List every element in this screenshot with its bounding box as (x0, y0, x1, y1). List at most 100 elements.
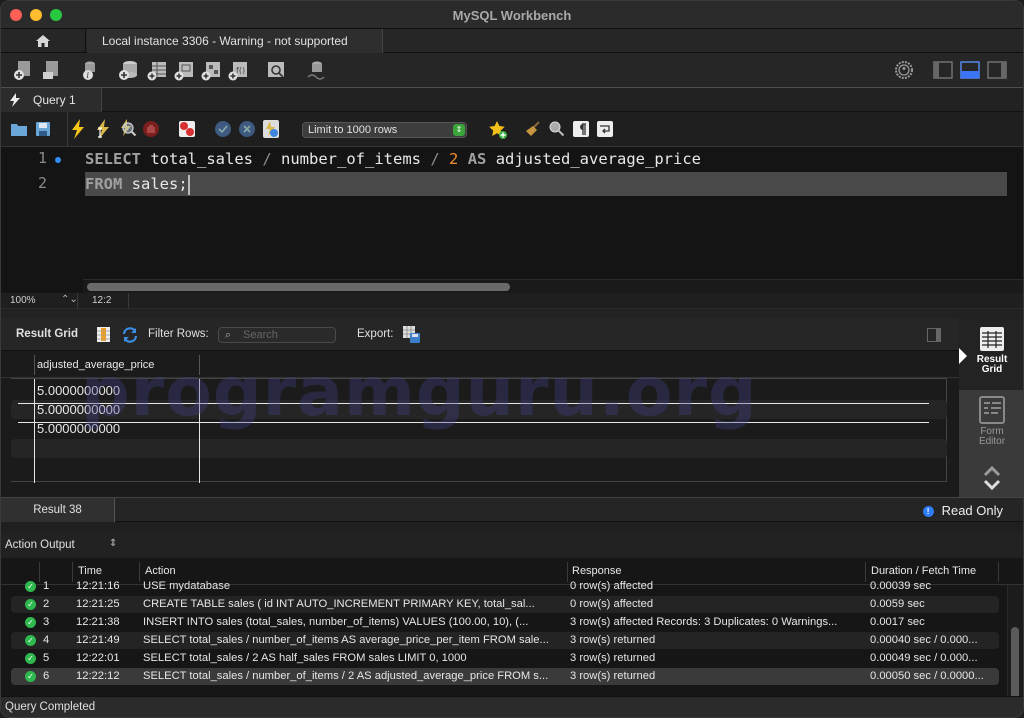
create-procedure-icon[interactable] (200, 59, 222, 81)
scrollbar-thumb[interactable] (1011, 627, 1019, 696)
editor-horizontal-scrollbar[interactable] (83, 279, 1023, 293)
scrollbar-thumb[interactable] (87, 283, 510, 291)
grid-line (199, 379, 200, 483)
save-file-icon[interactable] (34, 120, 52, 138)
output-row[interactable]: ✓ 6 12:22:12 SELECT total_sales / number_of… (11, 668, 999, 685)
query-tab[interactable]: Query 1 (1, 88, 102, 112)
output-row[interactable]: ✓ 2 12:21:25 CREATE TABLE sales ( id INT AU… (11, 596, 999, 613)
create-view-icon[interactable] (173, 59, 195, 81)
output-row[interactable]: ✓ 4 12:21:49 SELECT total_sales / number_of… (11, 632, 999, 649)
table-cell[interactable]: 5.0000000000 (37, 383, 120, 398)
row-number: 6 (43, 670, 50, 682)
export-icon[interactable] (403, 326, 421, 343)
sql-number: 2 (449, 150, 459, 168)
sql-editor-toolbar: Limit to 1000 rows ⇕ (1, 112, 1023, 147)
toggle-output-icon[interactable] (959, 59, 981, 81)
sql-editor[interactable]: 1 2 SELECT total_sales / number_of_items… (1, 147, 1023, 293)
output-type-select[interactable]: Action Output (5, 539, 75, 551)
refresh-icon[interactable] (122, 327, 138, 343)
output-header: Action Output ⇕ (1, 532, 1023, 558)
result-grid-label-2: Grid (981, 364, 1003, 375)
success-check-icon: ✓ (25, 635, 36, 646)
editor-gutter: 1 2 (1, 147, 83, 293)
autocommit-icon[interactable] (262, 119, 280, 139)
line-number: 2 (37, 174, 47, 192)
active-indicator-icon (959, 348, 967, 364)
stop-icon[interactable] (142, 120, 160, 138)
toggle-secondary-sidebar-icon[interactable] (986, 59, 1008, 81)
explain-icon[interactable] (118, 119, 138, 139)
result-grid[interactable]: adjusted_average_price 5.0000000000 5.00… (1, 351, 959, 497)
output-vertical-scrollbar[interactable] (1007, 585, 1023, 696)
editor-results-splitter[interactable] (1, 309, 1023, 318)
editor-status-bar: 100% ⌃⌄ 12:2 (1, 293, 1023, 309)
row-action: INSERT INTO sales (total_sales, number_o… (143, 616, 529, 628)
result-grid-view-button[interactable]: Result Grid (959, 318, 1023, 390)
form-editor-view-button[interactable]: Form Editor (959, 390, 1023, 452)
limit-rows-select[interactable]: Limit to 1000 rows ⇕ (302, 122, 467, 138)
table-row[interactable]: 5.0000000000 (11, 381, 947, 400)
sql-keyword: SELECT (85, 150, 141, 168)
svg-text:f(): f() (236, 66, 245, 75)
home-tab[interactable] (1, 29, 86, 53)
execute-icon[interactable] (69, 119, 87, 139)
home-icon (36, 35, 50, 47)
column-separator (199, 355, 200, 375)
rollback-icon[interactable] (238, 120, 256, 138)
create-table-icon[interactable] (146, 59, 168, 81)
result-tab-bar: Result 38 ! Read Only (1, 497, 1023, 523)
commit-icon[interactable] (214, 120, 232, 138)
results-output-splitter[interactable] (1, 522, 1023, 532)
word-wrap-icon[interactable] (596, 120, 614, 138)
result-tab[interactable]: Result 38 (1, 498, 115, 523)
add-snippet-icon[interactable] (488, 120, 508, 140)
success-check-icon: ✓ (25, 599, 36, 610)
create-function-icon[interactable]: f() (227, 59, 249, 81)
connection-tab[interactable]: Local instance 3306 - Warning - not supp… (87, 29, 383, 53)
toggle-continue-on-error-icon[interactable] (178, 120, 196, 138)
sql-keyword: AS (467, 150, 487, 168)
result-grid-icon (980, 327, 1004, 351)
sql-token: total_sales (141, 150, 263, 168)
output-row[interactable]: ✓ 3 12:21:38 INSERT INTO sales (total_sales… (11, 614, 999, 631)
query-tab-bar: Query 1 (1, 88, 1023, 112)
toggle-sidebar-icon[interactable] (932, 59, 954, 81)
new-sql-tab-icon[interactable] (13, 59, 35, 81)
sql-keyword: FROM (85, 175, 123, 193)
output-row[interactable]: ✓ 1 12:21:16 USE mydatabase 0 row(s) affecte… (11, 578, 999, 595)
output-row[interactable]: ✓ 5 12:22:01 SELECT total_sales / 2 AS half… (11, 650, 999, 667)
search-table-data-icon[interactable] (265, 59, 287, 81)
row-number: 3 (43, 616, 50, 628)
execute-current-icon[interactable] (94, 119, 112, 139)
sql-operator: / (262, 150, 272, 168)
schema-inspector-icon[interactable]: i (79, 59, 101, 81)
column-header[interactable]: adjusted_average_price (37, 359, 154, 371)
row-time: 12:21:16 (76, 580, 120, 592)
table-cell[interactable]: 5.0000000000 (37, 421, 120, 436)
toggle-result-panel-icon[interactable] (927, 328, 941, 342)
table-cell[interactable]: 5.0000000000 (37, 402, 120, 417)
open-sql-file-icon[interactable] (41, 59, 63, 81)
connection-tab-bar: Local instance 3306 - Warning - not supp… (1, 29, 1023, 53)
code-line-selected[interactable]: FROM sales; (85, 172, 1007, 196)
zoom-level[interactable]: 100% (10, 295, 36, 306)
settings-icon[interactable] (893, 59, 915, 81)
beautify-icon[interactable] (525, 120, 543, 138)
find-icon[interactable] (548, 120, 566, 138)
window-title: MySQL Workbench (452, 8, 572, 23)
create-schema-icon[interactable] (118, 59, 140, 81)
select-stepper-icon[interactable]: ⇕ (109, 538, 117, 549)
row-action: SELECT total_sales / 2 AS half_sales FRO… (143, 652, 467, 664)
row-response: 3 row(s) returned (570, 634, 656, 646)
read-only-label: Read Only (941, 503, 1003, 518)
reconnect-icon[interactable] (305, 59, 327, 81)
column-toggle-icon[interactable] (97, 327, 110, 342)
row-action: CREATE TABLE sales ( id INT AUTO_INCREME… (143, 598, 535, 610)
zoom-stepper-icon[interactable]: ⌃⌄ (61, 294, 78, 305)
invisible-chars-icon[interactable] (572, 120, 590, 138)
connection-tab-label: Local instance 3306 - Warning - not supp… (102, 34, 348, 48)
more-views-chevron-icon[interactable] (981, 463, 1003, 493)
code-line[interactable]: SELECT total_sales / number_of_items / 2… (85, 147, 701, 171)
filter-rows-search-input[interactable]: ⌕ Search (218, 327, 336, 343)
open-file-icon[interactable] (10, 120, 28, 138)
